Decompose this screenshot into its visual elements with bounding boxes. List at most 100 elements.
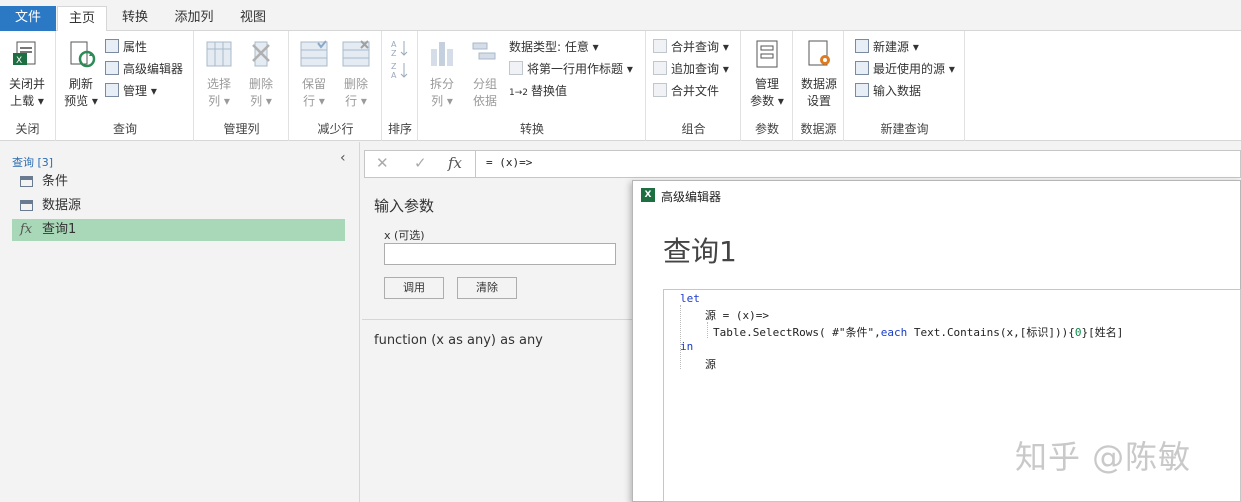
queries-pane: 查询 [3] ‹ 条件 数据源 fx 查询1: [0, 142, 360, 502]
group-close: X 关闭并 上载 ▾ 关闭: [0, 31, 56, 141]
group-sort: AZ ZA 排序: [383, 31, 418, 141]
merge-icon: [653, 39, 667, 53]
close-load-icon: X: [13, 41, 36, 66]
query-item-query1[interactable]: fx 查询1: [12, 219, 345, 241]
group-by-button[interactable]: 分组 依据: [465, 39, 505, 110]
remove-columns-label2: 列: [250, 94, 263, 108]
fx-icon[interactable]: fx: [448, 154, 462, 172]
combine-files-icon: [653, 83, 667, 97]
watermark: 知乎 @陈敏: [1015, 438, 1192, 476]
sort-ascending-icon[interactable]: AZ: [391, 39, 409, 57]
formula-text[interactable]: = (x)=>: [486, 156, 532, 169]
code-token: Text.Contains(x,[标识])){: [907, 326, 1075, 339]
combine-files-button[interactable]: 合并文件: [653, 81, 719, 101]
group-label-transform: 转换: [519, 122, 544, 136]
parameters-label2: 参数: [750, 94, 775, 108]
code-line-let: let: [680, 292, 700, 305]
properties-button[interactable]: 属性: [105, 37, 147, 57]
advanced-editor-button[interactable]: 高级编辑器: [105, 59, 183, 79]
remove-columns-button[interactable]: 删除 列 ▾: [243, 39, 279, 110]
group-label-reduce-rows: 减少行: [317, 122, 354, 136]
keep-rows-label2: 行: [303, 94, 316, 108]
invoke-button[interactable]: 调用: [384, 277, 444, 299]
split-column-icon: [431, 42, 453, 66]
new-source-button[interactable]: 新建源 ▾: [855, 37, 919, 57]
tab-home[interactable]: 主页: [57, 6, 107, 32]
group-label-query: 查询: [112, 122, 137, 136]
code-token: Table.SelectRows( #"条件",: [713, 326, 881, 339]
first-row-header-label: 将第一行用作标题: [527, 62, 624, 76]
new-source-label: 新建源: [873, 40, 910, 54]
keep-rows-button[interactable]: 保留 行 ▾: [296, 39, 332, 110]
tab-file[interactable]: 文件: [0, 6, 56, 31]
tab-add-column[interactable]: 添加列: [168, 6, 220, 31]
refresh-label2: 预览: [64, 94, 89, 108]
keep-rows-icon: [300, 40, 328, 67]
group-transform: 拆分 列 ▾ 分组 依据 数据类型: 任意 ▾ 将第一行用作标题 ▾ 1→2 替换…: [419, 31, 646, 141]
data-source-settings-icon: [808, 40, 830, 66]
choose-columns-label2: 列: [208, 94, 221, 108]
data-source-settings-button[interactable]: 数据源 设置: [797, 39, 841, 110]
query-item-datasource[interactable]: 数据源: [12, 195, 345, 217]
choose-columns-button[interactable]: 选择 列 ▾: [201, 39, 237, 110]
group-label-data-source: 数据源: [800, 122, 837, 136]
tab-transform[interactable]: 转换: [112, 6, 158, 31]
close-and-load-button[interactable]: X 关闭并 上载 ▾: [4, 39, 50, 110]
advanced-editor-title: 高级编辑器: [661, 190, 722, 204]
merge-queries-label: 合并查询: [671, 40, 720, 54]
code-number: 0: [1074, 326, 1082, 339]
merge-queries-button[interactable]: 合并查询 ▾: [653, 37, 729, 57]
advanced-editor-icon: [105, 61, 119, 75]
new-source-icon: [855, 39, 869, 53]
replace-values-label: 替换值: [531, 84, 568, 98]
check-icon[interactable]: ✓: [414, 154, 427, 172]
excel-icon: X: [641, 188, 655, 202]
group-data-source: 数据源 设置 数据源: [794, 31, 844, 141]
parameter-x-input[interactable]: [384, 243, 616, 265]
first-row-header-button[interactable]: 将第一行用作标题 ▾: [509, 59, 633, 79]
group-by-label1: 分组: [472, 77, 497, 91]
indent-guide: [707, 322, 708, 338]
query-item-conditions[interactable]: 条件: [12, 171, 345, 193]
enter-data-button[interactable]: 输入数据: [855, 81, 921, 101]
svg-text:X: X: [16, 56, 22, 66]
svg-text:A: A: [391, 71, 397, 79]
data-type-dropdown[interactable]: 数据类型: 任意 ▾: [509, 37, 599, 57]
manage-button[interactable]: 管理 ▾: [105, 81, 157, 101]
choose-columns-icon: [206, 41, 232, 67]
group-label-new-query: 新建查询: [880, 122, 929, 136]
group-label-close: 关闭: [15, 122, 40, 136]
manage-parameters-button[interactable]: 管理 参数 ▾: [746, 39, 788, 110]
enter-data-label: 输入数据: [873, 84, 922, 98]
split-label1: 拆分: [429, 77, 454, 91]
group-query: 刷新 预览 ▾ 属性 高级编辑器 管理 ▾ 查询: [57, 31, 194, 141]
divider: [362, 319, 634, 320]
group-combine: 合并查询 ▾ 追加查询 ▾ 合并文件 组合: [647, 31, 741, 141]
group-label-parameters: 参数: [754, 122, 779, 136]
code-line-in: in: [680, 340, 694, 353]
sort-descending-icon[interactable]: ZA: [391, 61, 409, 79]
code-keyword-each: each: [880, 326, 908, 339]
ribbon: X 关闭并 上载 ▾ 关闭 刷新 预览 ▾ 属性 高级编辑器 管理 ▾ 查询 选…: [0, 31, 1241, 141]
append-queries-button[interactable]: 追加查询 ▾: [653, 59, 729, 79]
code-token: }[姓名]: [1081, 326, 1124, 339]
tab-view[interactable]: 视图: [230, 6, 276, 31]
header-row-icon: [509, 61, 523, 75]
choose-columns-label1: 选择: [206, 77, 231, 91]
group-new-query: 新建源 ▾ 最近使用的源 ▾ 输入数据 新建查询: [845, 31, 965, 141]
collapse-pane-icon[interactable]: ‹: [340, 150, 346, 166]
refresh-preview-button[interactable]: 刷新 预览 ▾: [61, 39, 101, 110]
svg-text:Z: Z: [391, 49, 397, 57]
refresh-icon: [70, 41, 96, 68]
split-column-button[interactable]: 拆分 列 ▾: [423, 39, 461, 110]
replace-values-button[interactable]: 1→2 替换值: [509, 81, 567, 101]
function-icon: fx: [20, 222, 33, 237]
query-item-label: 条件: [42, 174, 69, 189]
cancel-icon[interactable]: ✕: [376, 154, 389, 172]
clear-button[interactable]: 清除: [457, 277, 517, 299]
parameters-title: 输入参数: [374, 197, 435, 215]
combine-files-label: 合并文件: [671, 84, 720, 98]
group-label-sort: 排序: [387, 122, 412, 136]
remove-rows-button[interactable]: 删除 行 ▾: [338, 39, 374, 110]
recent-sources-button[interactable]: 最近使用的源 ▾: [855, 59, 955, 79]
